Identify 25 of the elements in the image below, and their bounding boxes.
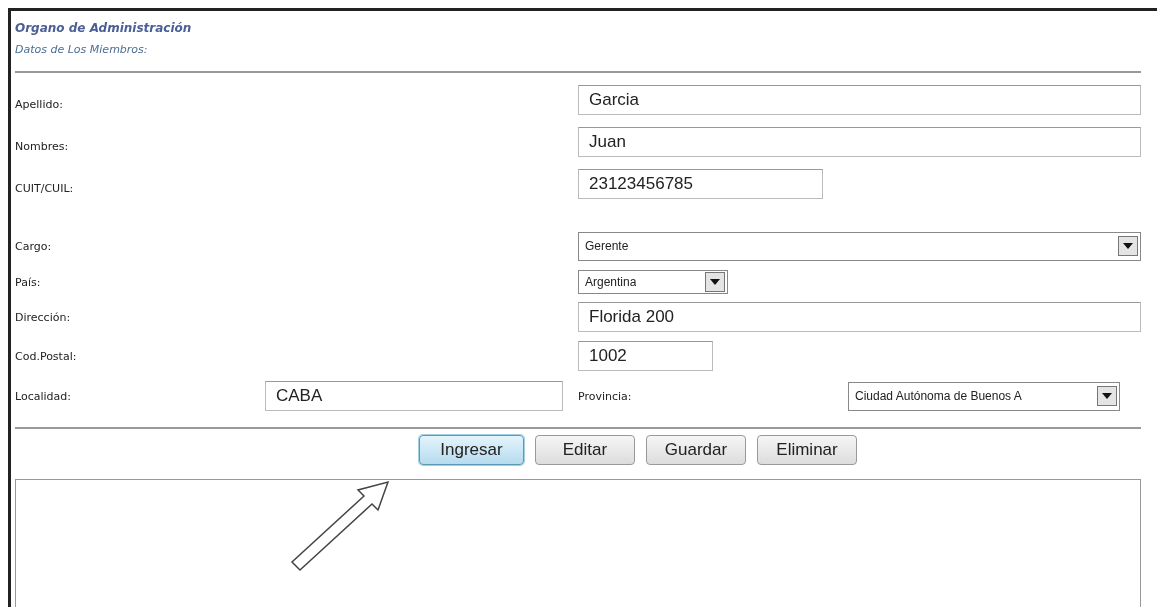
field-label: Dirección: xyxy=(15,310,72,324)
input-field[interactable]: Garcia xyxy=(578,85,1141,115)
input-field[interactable]: Florida 200 xyxy=(578,302,1141,332)
input-field[interactable]: Juan xyxy=(578,127,1141,157)
field-label: País: xyxy=(15,275,42,289)
dropdown[interactable]: Argentina xyxy=(578,270,728,294)
form-button[interactable]: Eliminar xyxy=(757,435,857,465)
input-field[interactable]: 23123456785 xyxy=(578,169,823,199)
field-label: Cod.Postal: xyxy=(15,349,78,363)
field-label: Nombres: xyxy=(15,138,70,153)
form-button[interactable]: Ingresar xyxy=(419,435,524,465)
dropdown[interactable]: Ciudad Autónoma de Buenos A xyxy=(848,381,1120,411)
input-field[interactable]: 1002 xyxy=(578,341,713,371)
input-field[interactable]: CABA xyxy=(265,381,563,411)
pointer-arrow-icon xyxy=(288,480,392,572)
field-label: Apellido: xyxy=(15,96,64,111)
form-subtitle: Datos de Los Miembros: xyxy=(15,42,149,58)
field-label: Cargo: xyxy=(15,239,53,253)
field-label: CUIT/CUIL: xyxy=(15,180,75,195)
field-label: Localidad: xyxy=(15,389,72,403)
form-title: Organo de Administración xyxy=(15,20,193,37)
form-button[interactable]: Guardar xyxy=(646,435,746,465)
dropdown[interactable]: Gerente xyxy=(578,231,1141,261)
form-button[interactable]: Editar xyxy=(535,435,635,465)
field-label: Provincia: xyxy=(578,389,633,403)
